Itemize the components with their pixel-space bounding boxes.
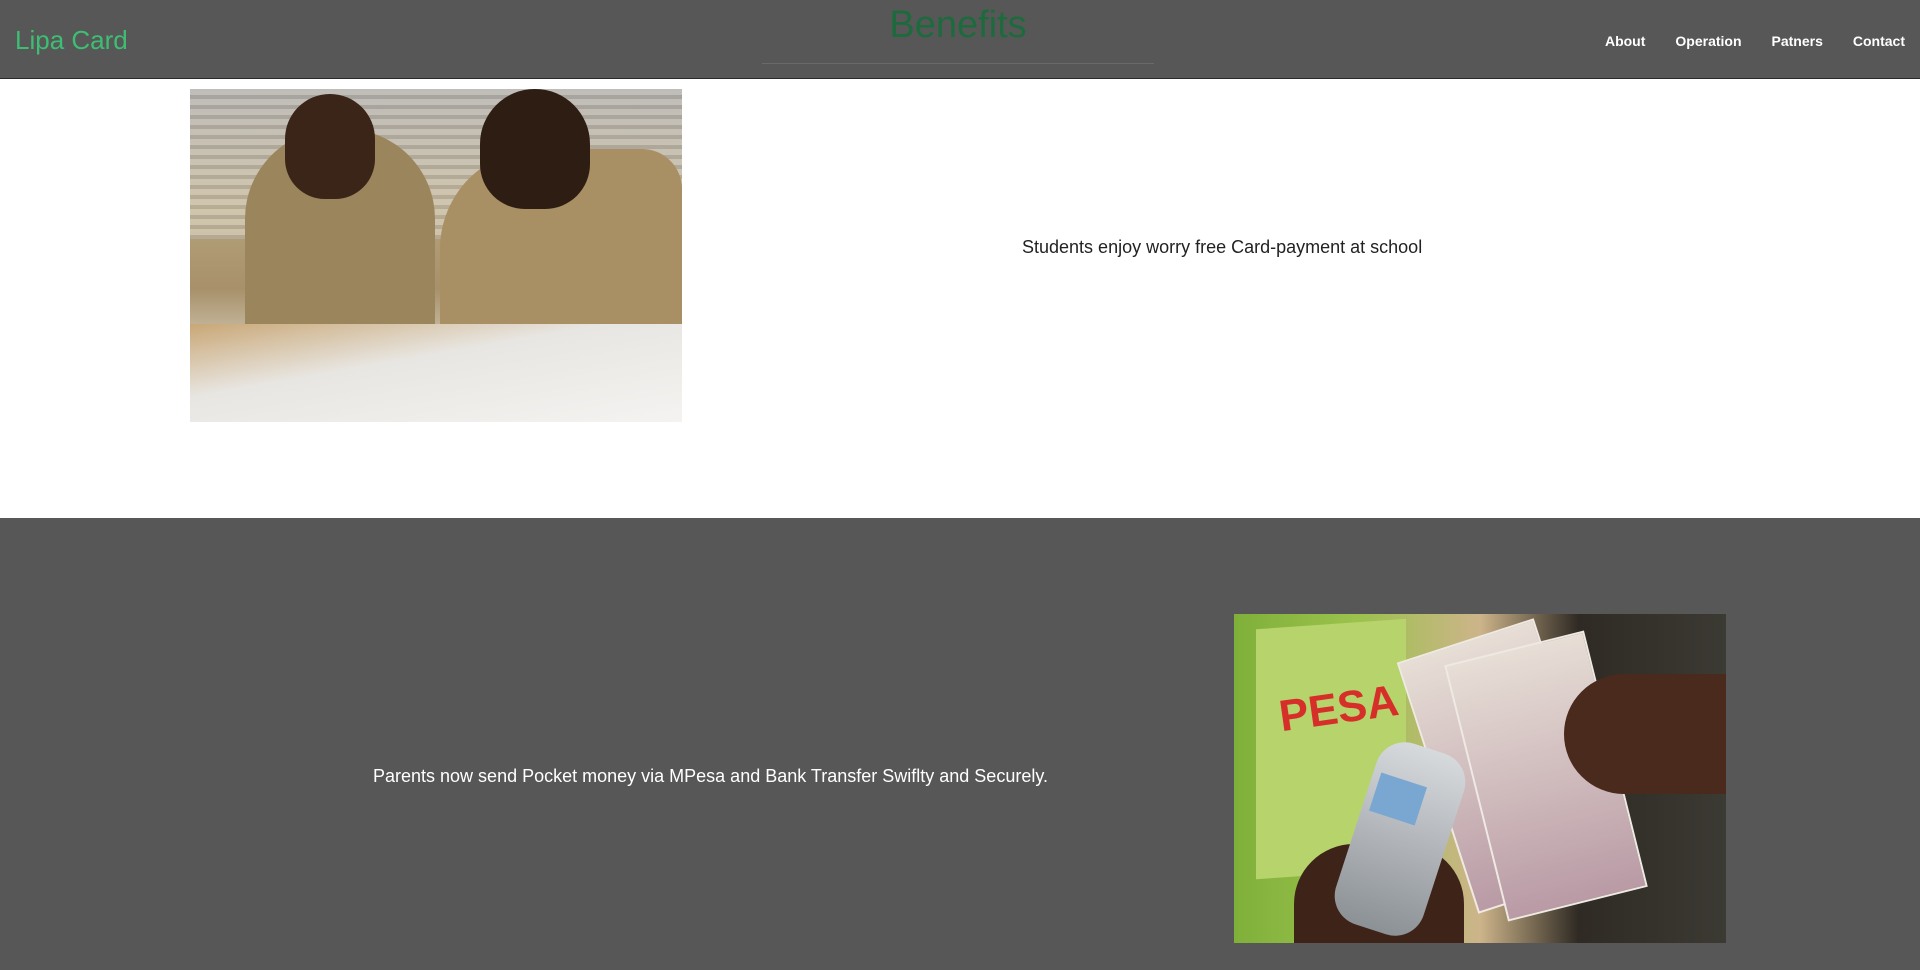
benefit-section-students: Students enjoy worry free Card-payment a… — [0, 80, 1920, 518]
photo-student-right-head — [480, 89, 590, 209]
students-writing-photo — [190, 89, 682, 422]
benefit-caption-students: Students enjoy worry free Card-payment a… — [1022, 237, 1423, 257]
benefit-caption-parents: Parents now send Pocket money via MPesa … — [373, 766, 1048, 786]
mobile-money-photo: PESA — [1234, 614, 1726, 943]
page-title: Benefits — [889, 4, 1027, 46]
photo-papers — [190, 324, 682, 422]
benefit-section-parents: Parents now send Pocket money via MPesa … — [0, 518, 1920, 970]
photo-hand — [1564, 674, 1726, 794]
photo-student-left-head — [285, 94, 375, 199]
title-divider — [762, 63, 1154, 64]
